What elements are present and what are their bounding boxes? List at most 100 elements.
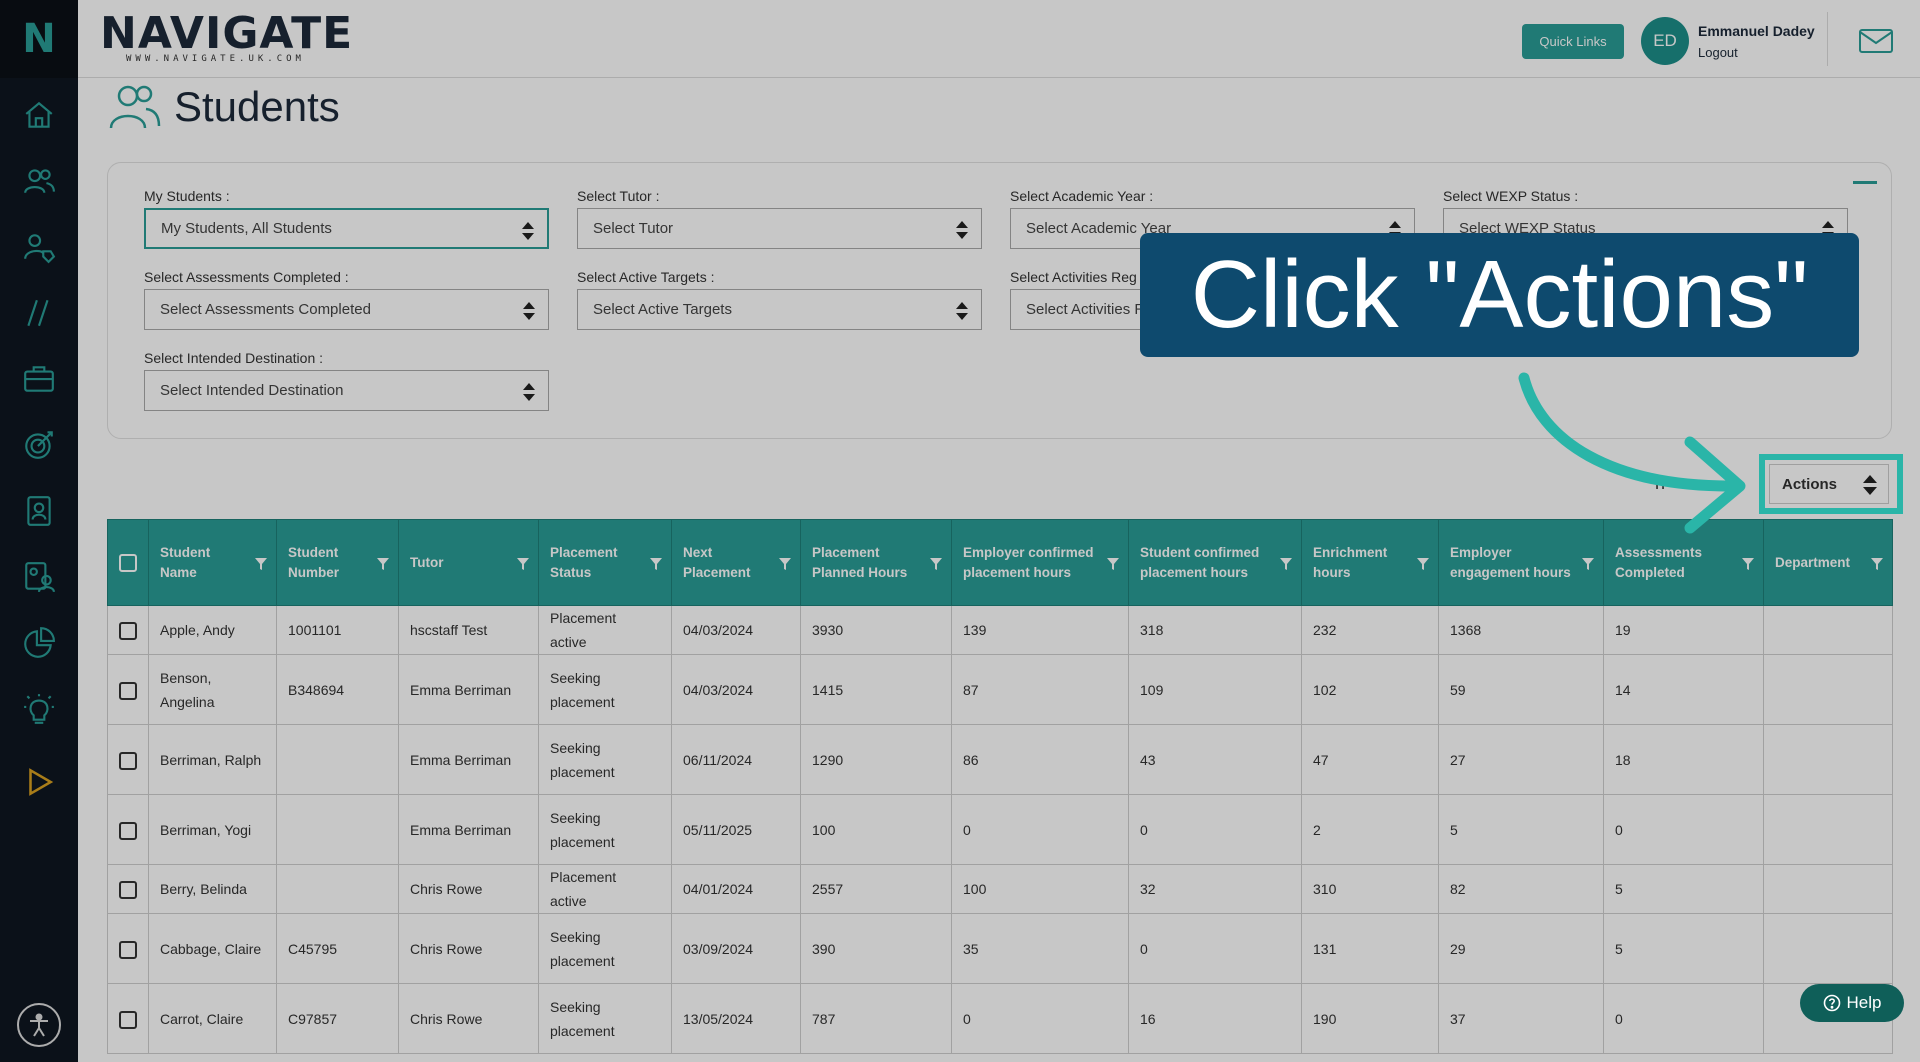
table-cell: 5: [1603, 913, 1764, 984]
sidebar-logo[interactable]: N: [0, 0, 78, 78]
table-cell: 82: [1438, 864, 1604, 914]
filter-icon[interactable]: [778, 557, 792, 571]
table-cell: 86: [951, 724, 1129, 795]
tutor-select[interactable]: Select Tutor: [577, 208, 982, 249]
tutorial-callout: Click "Actions": [1140, 233, 1859, 357]
tutor-label: Select Tutor :: [577, 188, 660, 204]
table-cell: 27: [1438, 724, 1604, 795]
row-checkbox[interactable]: [119, 1010, 137, 1029]
filter-icon[interactable]: [649, 557, 663, 571]
col-student-number[interactable]: Student Number: [276, 519, 399, 606]
table-cell: [1763, 724, 1893, 795]
assessments-select[interactable]: Select Assessments Completed: [144, 289, 549, 330]
table-cell: 05/11/2025: [671, 794, 801, 865]
table-cell: 04/01/2024: [671, 864, 801, 914]
col-enrichment-hours[interactable]: Enrichment hours: [1301, 519, 1439, 606]
active-targets-select[interactable]: Select Active Targets: [577, 289, 982, 330]
lines-icon[interactable]: [19, 293, 59, 333]
filter-icon[interactable]: [254, 557, 268, 571]
row-checkbox[interactable]: [119, 622, 137, 641]
table-cell: 1368: [1438, 605, 1604, 655]
row-checkbox[interactable]: [119, 881, 137, 900]
table-cell: 29: [1438, 913, 1604, 984]
pie-chart-icon[interactable]: [19, 623, 59, 663]
filter-icon[interactable]: [1416, 557, 1430, 571]
table-cell: 102: [1301, 654, 1439, 725]
contact-card-icon[interactable]: [19, 491, 59, 531]
table-cell: 139: [951, 605, 1129, 655]
table-cell: [276, 794, 399, 865]
col-department[interactable]: Department: [1763, 519, 1893, 606]
header-divider: [1827, 12, 1828, 66]
team-icon[interactable]: [19, 557, 59, 597]
sort-arrows-icon: [956, 221, 968, 239]
accessibility-icon[interactable]: [17, 1003, 61, 1047]
filter-icon[interactable]: [516, 557, 530, 571]
col-next-placement[interactable]: Next Placement: [671, 519, 801, 606]
table-cell: 04/03/2024: [671, 654, 801, 725]
students-title-icon: [109, 85, 161, 129]
play-icon[interactable]: [19, 762, 59, 802]
col-tutor[interactable]: Tutor: [398, 519, 539, 606]
row-checkbox[interactable]: [119, 681, 137, 700]
brand-logo[interactable]: NAVIGATE WWW.NAVIGATE.UK.COM: [100, 10, 353, 65]
actions-highlight: [1759, 454, 1903, 514]
table-cell: Seeking placement: [538, 654, 672, 725]
filter-icon[interactable]: [1279, 557, 1293, 571]
destination-select[interactable]: Select Intended Destination: [144, 370, 549, 411]
table-cell: Chris Rowe: [398, 864, 539, 914]
table-row[interactable]: Apple, Andy 1001101 hscstaff Test Placement…: [107, 605, 1893, 655]
table-row[interactable]: Berriman, Ralph Emma Berriman Seeking plac…: [107, 724, 1893, 795]
row-select-cell: [107, 913, 149, 984]
col-placement-status[interactable]: Placement Status: [538, 519, 672, 606]
filter-icon[interactable]: [929, 557, 943, 571]
question-icon: [1823, 994, 1840, 1012]
table-cell: Berriman, Yogi: [148, 794, 277, 865]
target-icon[interactable]: [19, 425, 59, 465]
select-all-checkbox[interactable]: [119, 553, 137, 572]
row-checkbox[interactable]: [119, 751, 137, 770]
col-student-confirmed[interactable]: Student confirmed placement hours: [1128, 519, 1302, 606]
table-cell: 0: [1603, 794, 1764, 865]
table-row[interactable]: Benson, Angelina B348694 Emma Berriman Seek…: [107, 654, 1893, 725]
collapse-filters-button[interactable]: [1853, 181, 1877, 184]
help-button[interactable]: Help: [1800, 984, 1904, 1022]
avatar[interactable]: ED: [1641, 17, 1689, 65]
row-checkbox[interactable]: [119, 940, 137, 959]
row-checkbox[interactable]: [119, 821, 137, 840]
table-row[interactable]: Carrot, Claire C97857 Chris Rowe Seeking pl…: [107, 983, 1893, 1054]
table-row[interactable]: Berriman, Yogi Emma Berriman Seeking place…: [107, 794, 1893, 865]
table-row[interactable]: Cabbage, Claire C45795 Chris Rowe Seeking p…: [107, 913, 1893, 984]
home-icon[interactable]: [19, 95, 59, 135]
logout-link[interactable]: Logout: [1698, 45, 1738, 60]
filter-icon[interactable]: [1581, 557, 1595, 571]
filter-icon[interactable]: [376, 557, 390, 571]
my-students-select[interactable]: My Students, All Students: [144, 208, 549, 249]
row-select-cell: [107, 864, 149, 914]
quick-links-button[interactable]: Quick Links: [1522, 24, 1624, 59]
row-select-cell: [107, 654, 149, 725]
students-icon[interactable]: [19, 161, 59, 201]
wexp-status-label: Select WEXP Status :: [1443, 188, 1579, 204]
filter-icon[interactable]: [1870, 557, 1884, 571]
row-select-cell: [107, 983, 149, 1054]
table-cell: 0: [951, 983, 1129, 1054]
table-cell: 100: [951, 864, 1129, 914]
table-row[interactable]: Berry, Belinda Chris Rowe Placement active…: [107, 864, 1893, 914]
activities-label: Select Activities Reg: [1010, 269, 1137, 285]
table-cell: Seeking placement: [538, 913, 672, 984]
envelope-icon[interactable]: [1858, 28, 1894, 54]
filter-icon[interactable]: [1106, 557, 1120, 571]
col-student-name[interactable]: Student Name: [148, 519, 277, 606]
students-table: Student Name Student Number Tutor Placem…: [107, 519, 1893, 1054]
user-tag-icon[interactable]: [19, 227, 59, 267]
filter-icon[interactable]: [1741, 557, 1755, 571]
lightbulb-icon[interactable]: [19, 689, 59, 729]
briefcase-icon[interactable]: [19, 359, 59, 399]
table-cell: Cabbage, Claire: [148, 913, 277, 984]
col-employer-confirmed[interactable]: Employer confirmed placement hours: [951, 519, 1129, 606]
table-cell: 100: [800, 794, 952, 865]
col-planned-hours[interactable]: Placement Planned Hours: [800, 519, 952, 606]
sort-arrows-icon: [522, 222, 534, 240]
table-cell: 13/05/2024: [671, 983, 801, 1054]
